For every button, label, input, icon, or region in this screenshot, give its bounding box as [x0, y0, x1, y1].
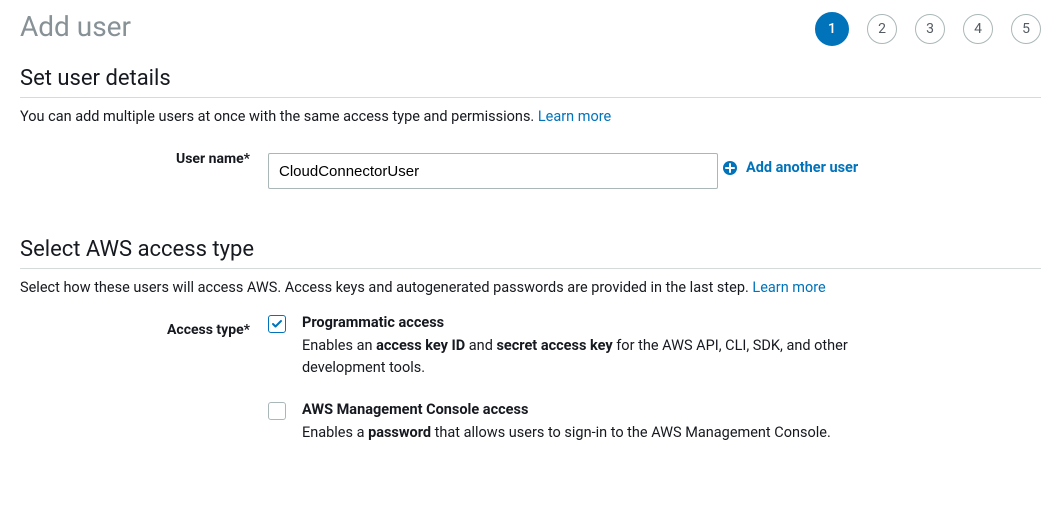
- step-4[interactable]: 4: [963, 14, 993, 44]
- add-another-user-label: Add another user: [746, 159, 858, 176]
- user-name-label: User name*: [176, 151, 250, 167]
- learn-more-link[interactable]: Learn more: [752, 279, 825, 296]
- step-2[interactable]: 2: [867, 14, 897, 44]
- option-title: AWS Management Console access: [302, 401, 862, 418]
- learn-more-link[interactable]: Learn more: [538, 108, 611, 125]
- select-access-type-heading: Select AWS access type: [20, 237, 1041, 262]
- option-desc-suffix: that allows users to sign-in to the AWS …: [431, 424, 831, 441]
- option-desc-prefix: Enables a: [302, 424, 368, 441]
- option-desc: Enables an access key ID and secret acce…: [302, 335, 862, 379]
- option-desc-mid: and: [465, 337, 496, 354]
- option-desc-bold1: password: [368, 424, 431, 441]
- user-details-helper: You can add multiple users at once with …: [20, 108, 1041, 125]
- step-1[interactable]: 1: [815, 12, 849, 46]
- checkbox-programmatic[interactable]: [268, 315, 286, 333]
- step-3[interactable]: 3: [915, 14, 945, 44]
- user-details-helper-text: You can add multiple users at once with …: [20, 108, 538, 125]
- option-desc: Enables a password that allows users to …: [302, 422, 862, 444]
- access-type-option-console[interactable]: AWS Management Console access Enables a …: [268, 401, 1041, 444]
- option-desc-bold2: secret access key: [496, 337, 612, 354]
- add-another-user-button[interactable]: Add another user: [722, 159, 858, 176]
- access-type-helper: Select how these users will access AWS. …: [20, 279, 1041, 296]
- user-name-input[interactable]: [268, 153, 718, 189]
- wizard-steps: 1 2 3 4 5: [815, 6, 1041, 46]
- divider: [20, 97, 1041, 98]
- option-desc-bold1: access key ID: [376, 337, 465, 354]
- set-user-details-heading: Set user details: [20, 66, 1041, 91]
- step-5[interactable]: 5: [1011, 14, 1041, 44]
- divider: [20, 268, 1041, 269]
- option-desc-prefix: Enables an: [302, 337, 376, 354]
- checkbox-console[interactable]: [268, 402, 286, 420]
- plus-circle-icon: [722, 160, 738, 176]
- access-type-label: Access type*: [167, 322, 250, 338]
- access-type-option-programmatic[interactable]: Programmatic access Enables an access ke…: [268, 314, 1041, 379]
- option-title: Programmatic access: [302, 314, 862, 331]
- page-title: Add user: [20, 10, 131, 43]
- access-type-helper-text: Select how these users will access AWS. …: [20, 279, 752, 296]
